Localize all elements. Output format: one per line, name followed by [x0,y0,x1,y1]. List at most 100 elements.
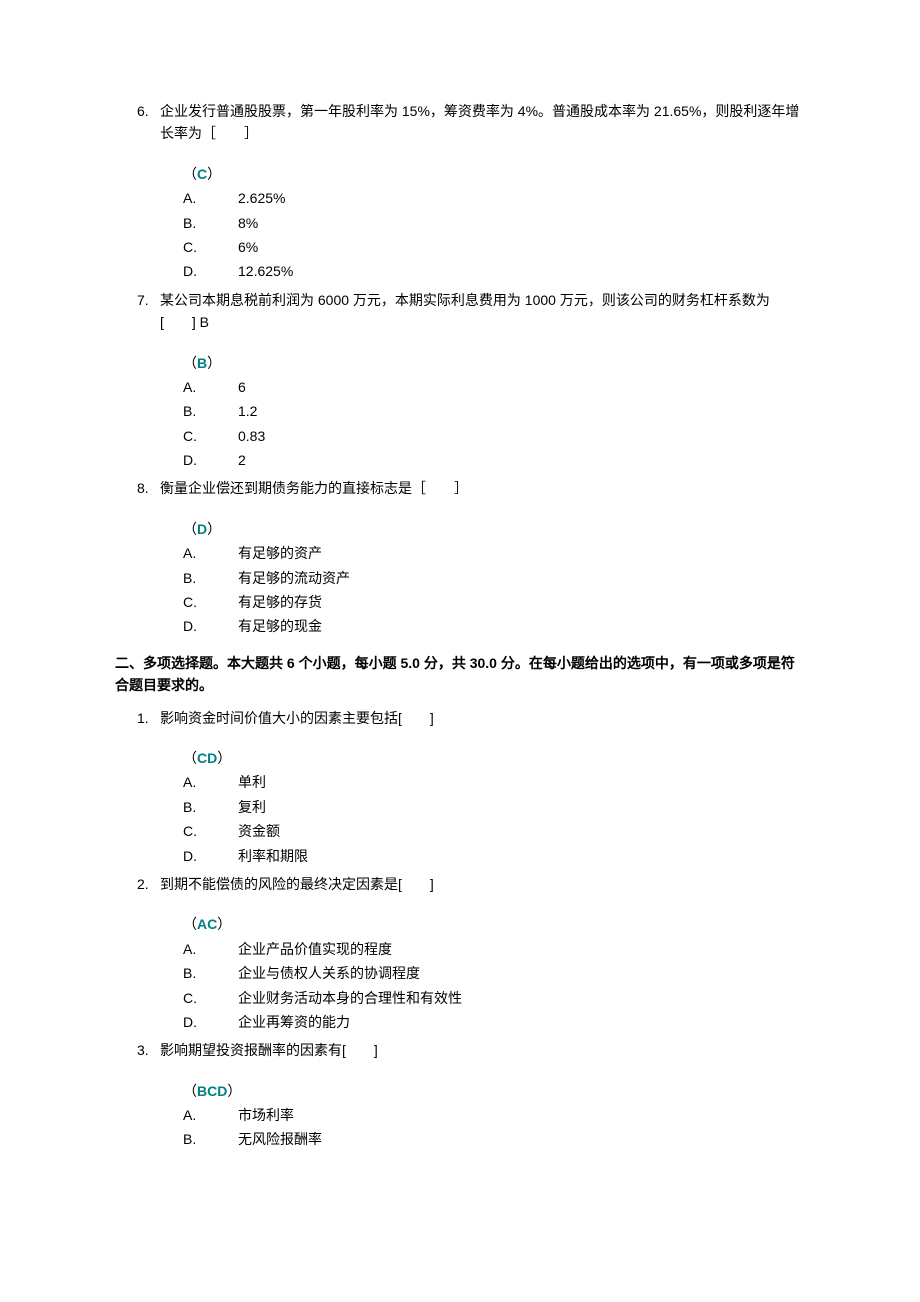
option-a: A.市场利率 [183,1104,805,1126]
option-d: D.利率和期限 [183,845,805,867]
option-a: A.2.625% [183,187,805,209]
answer-line: （BCD） [183,1080,805,1102]
options-list: A.有足够的资产 B.有足够的流动资产 C.有足够的存货 D.有足够的现金 [183,542,805,638]
option-text: 有足够的资产 [238,542,805,564]
option-a: A.有足够的资产 [183,542,805,564]
question-number: 1. [115,707,160,729]
option-letter: D. [183,845,238,867]
option-text: 2.625% [238,187,805,209]
option-b: B.1.2 [183,400,805,422]
option-text: 6 [238,376,805,398]
option-letter: C. [183,591,238,613]
option-a: A.6 [183,376,805,398]
option-text: 12.625% [238,260,805,282]
options-list: A.6 B.1.2 C.0.83 D.2 [183,376,805,472]
option-letter: C. [183,236,238,258]
option-letter: D. [183,615,238,637]
question-header: 7. 某公司本期息税前利润为 6000 万元，本期实际利息费用为 1000 万元… [115,289,805,334]
options-list: A.单利 B.复利 C.资金额 D.利率和期限 [183,771,805,867]
option-text: 1.2 [238,400,805,422]
option-c: C.6% [183,236,805,258]
option-text: 有足够的现金 [238,615,805,637]
question-text: 影响资金时间价值大小的因素主要包括[ ] [160,707,805,729]
option-c: C.0.83 [183,425,805,447]
option-text: 无风险报酬率 [238,1128,805,1150]
question-header: 3. 影响期望投资报酬率的因素有[ ] [115,1039,805,1061]
option-b: B.有足够的流动资产 [183,567,805,589]
option-letter: B. [183,212,238,234]
answer-line: （CD） [183,747,805,769]
option-b: B.复利 [183,796,805,818]
option-text: 有足够的流动资产 [238,567,805,589]
option-letter: A. [183,771,238,793]
option-letter: A. [183,1104,238,1126]
question-2-1: 1. 影响资金时间价值大小的因素主要包括[ ] （CD） A.单利 B.复利 C… [115,707,805,867]
option-letter: A. [183,938,238,960]
option-a: A.单利 [183,771,805,793]
option-text: 企业产品价值实现的程度 [238,938,805,960]
option-letter: D. [183,260,238,282]
option-letter: A. [183,187,238,209]
question-2-2: 2. 到期不能偿债的风险的最终决定因素是[ ] （AC） A.企业产品价值实现的… [115,873,805,1033]
option-d: D.有足够的现金 [183,615,805,637]
question-text: 某公司本期息税前利润为 6000 万元，本期实际利息费用为 1000 万元，则该… [160,289,805,334]
option-text: 企业再筹资的能力 [238,1011,805,1033]
option-letter: A. [183,542,238,564]
answer-line: （B） [183,352,805,374]
question-header: 6. 企业发行普通股股票，第一年股利率为 15%，筹资费率为 4%。普通股成本率… [115,100,805,145]
answer-key: D [197,521,207,537]
answer-line: （D） [183,518,805,540]
option-text: 2 [238,449,805,471]
question-text: 企业发行普通股股票，第一年股利率为 15%，筹资费率为 4%。普通股成本率为 2… [160,100,805,145]
answer-key: C [197,166,207,182]
option-text: 企业财务活动本身的合理性和有效性 [238,987,805,1009]
question-text: 到期不能偿债的风险的最终决定因素是[ ] [160,873,805,895]
option-a: A.企业产品价值实现的程度 [183,938,805,960]
total-points: 30.0 [470,655,497,671]
section-prefix: 二、多项选择题。本大题共 [115,655,287,671]
answer-key: CD [197,750,217,766]
option-text: 利率和期限 [238,845,805,867]
answer-key: BCD [197,1083,227,1099]
answer-line: （AC） [183,913,805,935]
answer-line: （C） [183,163,805,185]
question-8: 8. 衡量企业偿还到期债务能力的直接标志是［ ］ （D） A.有足够的资产 B.… [115,477,805,637]
option-d: D.12.625% [183,260,805,282]
option-text: 市场利率 [238,1104,805,1126]
options-list: A.2.625% B.8% C.6% D.12.625% [183,187,805,283]
question-6: 6. 企业发行普通股股票，第一年股利率为 15%，筹资费率为 4%。普通股成本率… [115,100,805,283]
question-text: 影响期望投资报酬率的因素有[ ] [160,1039,805,1061]
option-c: C.资金额 [183,820,805,842]
section-mid2: 分，共 [420,655,470,671]
option-text: 6% [238,236,805,258]
question-text: 衡量企业偿还到期债务能力的直接标志是［ ］ [160,477,805,499]
option-text: 复利 [238,796,805,818]
option-letter: B. [183,567,238,589]
option-text: 有足够的存货 [238,591,805,613]
question-7: 7. 某公司本期息税前利润为 6000 万元，本期实际利息费用为 1000 万元… [115,289,805,472]
option-text: 单利 [238,771,805,793]
question-number: 6. [115,100,160,122]
options-list: A.企业产品价值实现的程度 B.企业与债权人关系的协调程度 C.企业财务活动本身… [183,938,805,1034]
options-list: A.市场利率 B.无风险报酬率 [183,1104,805,1151]
question-number: 8. [115,477,160,499]
question-header: 1. 影响资金时间价值大小的因素主要包括[ ] [115,707,805,729]
option-b: B.8% [183,212,805,234]
option-text: 0.83 [238,425,805,447]
option-text: 资金额 [238,820,805,842]
section-mid1: 个小题，每小题 [295,655,401,671]
option-letter: D. [183,1011,238,1033]
option-text: 8% [238,212,805,234]
option-letter: A. [183,376,238,398]
question-number: 7. [115,289,160,311]
option-letter: C. [183,987,238,1009]
option-b: B.企业与债权人关系的协调程度 [183,962,805,984]
answer-key: AC [197,916,217,932]
option-letter: B. [183,962,238,984]
option-c: C.有足够的存货 [183,591,805,613]
points-per-question: 5.0 [400,655,419,671]
option-letter: C. [183,425,238,447]
question-number: 3. [115,1039,160,1061]
question-header: 2. 到期不能偿债的风险的最终决定因素是[ ] [115,873,805,895]
option-letter: B. [183,1128,238,1150]
